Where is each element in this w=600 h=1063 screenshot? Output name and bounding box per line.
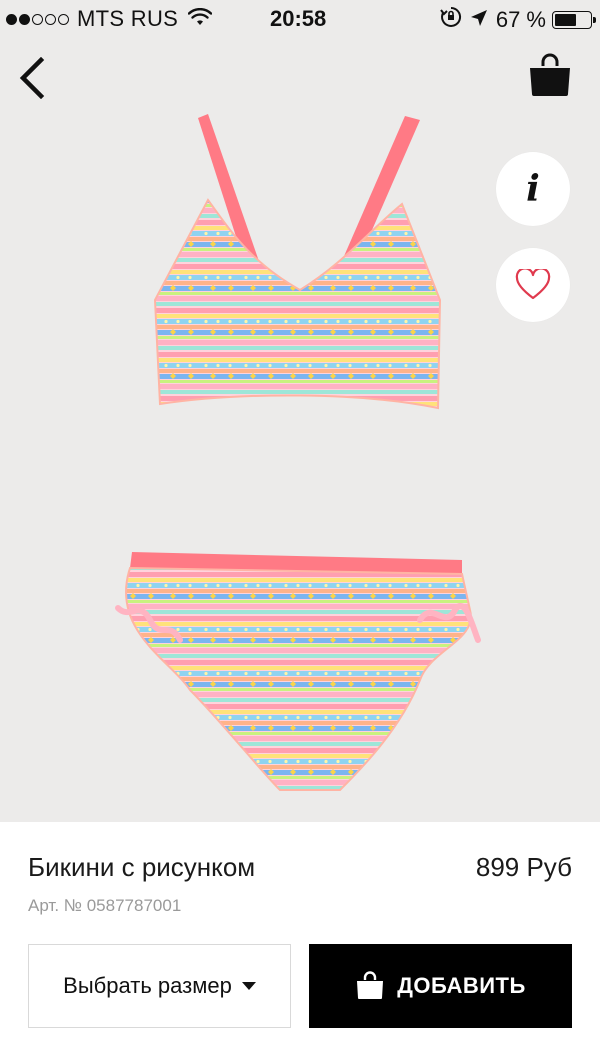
product-price: 899 Руб xyxy=(475,852,572,882)
heart-outline-icon xyxy=(515,269,551,300)
select-size-button[interactable]: Выбрать размер xyxy=(28,944,291,1028)
product-info-panel: Бикини с рисунком 899 Руб Арт. № 0587787… xyxy=(0,822,600,1063)
product-title: Бикини с рисунком xyxy=(28,852,256,882)
info-button[interactable]: i xyxy=(496,152,570,226)
product-screen: MTS RUS 20:58 67 % i Бикини с рисунком 8… xyxy=(0,0,600,1063)
favorite-button[interactable] xyxy=(496,248,570,322)
shopping-bag-icon xyxy=(357,971,384,999)
bikini-bottom xyxy=(125,566,472,791)
add-to-cart-label: ДОБАВИТЬ xyxy=(397,973,526,998)
status-time: 20:58 xyxy=(270,6,327,31)
status-left: MTS RUS xyxy=(6,6,213,32)
wifi-icon xyxy=(187,6,213,32)
cart-button[interactable] xyxy=(526,52,574,100)
bikini-image xyxy=(115,114,481,791)
add-to-cart-button[interactable]: ДОБАВИТЬ xyxy=(309,944,572,1028)
caret-down-icon xyxy=(241,982,256,990)
select-size-label: Выбрать размер xyxy=(63,973,232,998)
bikini-top xyxy=(153,198,442,410)
info-icon: i xyxy=(526,168,540,210)
battery-percent: 67 % xyxy=(495,7,546,32)
location-arrow-icon xyxy=(470,7,488,33)
carrier-name: MTS RUS xyxy=(77,6,179,31)
status-bar: MTS RUS 20:58 67 % xyxy=(0,0,600,38)
product-photo[interactable]: MTS RUS 20:58 67 % i xyxy=(0,0,600,822)
signal-strength-icon xyxy=(6,13,69,25)
battery-icon xyxy=(552,11,596,29)
chevron-left-icon xyxy=(19,57,45,99)
article-number: Арт. № 0587787001 xyxy=(28,896,182,915)
status-right: 67 % xyxy=(432,6,596,34)
shopping-bag-icon xyxy=(530,53,570,96)
back-button[interactable] xyxy=(10,52,54,104)
orientation-lock-icon xyxy=(440,6,462,34)
